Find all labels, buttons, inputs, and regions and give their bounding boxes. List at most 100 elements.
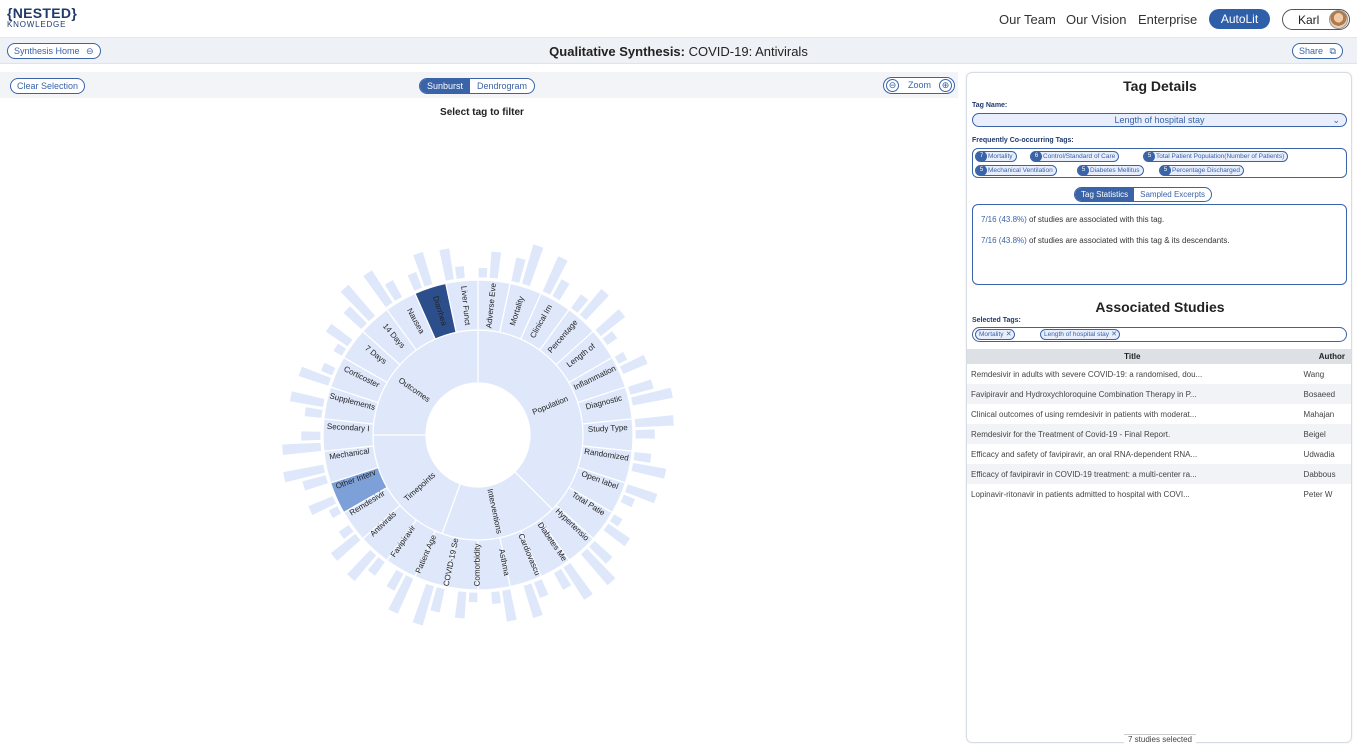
sunburst-segment-outer[interactable] bbox=[633, 413, 676, 429]
share-label: Share bbox=[1299, 46, 1324, 56]
table-row[interactable]: Remdesivir in adults with severe COVID-1… bbox=[967, 364, 1351, 384]
cooc-tag-chip[interactable]: 5 Mechanical Ventilation bbox=[975, 165, 1057, 176]
table-header-row: Title Author bbox=[967, 349, 1351, 364]
tag-details-title: Tag Details bbox=[1123, 78, 1197, 94]
logo-text: NESTED bbox=[12, 5, 72, 21]
table-row[interactable]: Lopinavir-ritonavir in patients admitted… bbox=[967, 484, 1351, 504]
stats-toggle: Tag Statistics Sampled Excerpts bbox=[1074, 187, 1213, 202]
study-title: Lopinavir-ritonavir in patients admitted… bbox=[971, 489, 1190, 499]
study-title: Efficacy and safety of favipiravir, an o… bbox=[971, 449, 1198, 459]
column-title[interactable]: Title bbox=[967, 349, 1298, 364]
tab-tag-statistics[interactable]: Tag Statistics bbox=[1075, 188, 1135, 201]
tab-sampled-excerpts[interactable]: Sampled Excerpts bbox=[1134, 188, 1211, 201]
tab-sunburst[interactable]: Sunburst bbox=[420, 79, 471, 93]
study-title: Remdesivir for the Treatment of Covid-19… bbox=[967, 424, 1298, 444]
sunburst-segment-outer[interactable] bbox=[437, 247, 456, 283]
sunburst-segment-outer[interactable] bbox=[288, 389, 326, 409]
sunburst-label: Comorbidity bbox=[473, 544, 482, 587]
zoom-label: Zoom bbox=[908, 80, 932, 90]
table-row[interactable]: Efficacy and safety of favipiravir, an o… bbox=[967, 444, 1351, 464]
stat-line-tag: 7/16 (43.8%) of studies are associated w… bbox=[981, 215, 1165, 224]
sunburst-segment-outer[interactable] bbox=[500, 587, 519, 623]
study-author: Beigel bbox=[1297, 424, 1351, 444]
studies-table: Title Author Remdesivir in adults with s… bbox=[967, 349, 1351, 504]
tag-name-select[interactable]: Length of hospital stay ⌄ bbox=[972, 113, 1347, 127]
study-title: Clinical outcomes of using remdesivir in… bbox=[971, 409, 1197, 419]
study-author: Bosaeed bbox=[1297, 384, 1351, 404]
study-author: Dabbous bbox=[1297, 464, 1351, 484]
selected-tags-label: Selected Tags: bbox=[972, 317, 1021, 324]
sunburst-segment-outer[interactable] bbox=[634, 428, 656, 440]
cooccurring-tags: 7 Mortality 6 Control/Standard of Care 5 To… bbox=[972, 148, 1347, 178]
cooc-tag-chip[interactable]: 5 Total Patient Population(Number of Pati… bbox=[1143, 151, 1289, 162]
external-link-icon: ⧉ bbox=[1329, 46, 1336, 56]
cooccurring-label: Frequently Co-occurring Tags: bbox=[972, 137, 1074, 144]
sub-header: Synthesis Home ⊖ Qualitative Synthesis: … bbox=[0, 38, 1357, 64]
view-toggle: Sunburst Dendrogram bbox=[419, 78, 536, 94]
sunburst-segment-outer[interactable] bbox=[303, 405, 324, 420]
user-name: Karl bbox=[1298, 13, 1320, 27]
sunburst-segment-outer[interactable] bbox=[632, 450, 653, 465]
page-title: Qualitative Synthesis: COVID-19: Antivir… bbox=[0, 44, 1357, 59]
close-icon[interactable]: ✕ bbox=[1111, 330, 1117, 339]
user-menu-button[interactable]: Karl bbox=[1282, 9, 1350, 30]
sunburst-label: Study Type bbox=[588, 423, 629, 434]
logo[interactable]: {NESTED} KNOWLEDGE bbox=[7, 6, 77, 29]
sunburst-segment-outer[interactable] bbox=[300, 430, 322, 442]
autolit-button[interactable]: AutoLit bbox=[1209, 9, 1270, 29]
sunburst-segment-outer[interactable] bbox=[489, 589, 503, 606]
table-row[interactable]: Favipiravir and Hydroxychloroquine Combi… bbox=[967, 384, 1351, 404]
page-title-project: COVID-19: Antivirals bbox=[685, 44, 808, 59]
study-title: Remdesivir in adults with severe COVID-1… bbox=[971, 369, 1203, 379]
clear-selection-button[interactable]: Clear Selection bbox=[10, 78, 86, 94]
top-navbar: {NESTED} KNOWLEDGE Our Team Our Vision E… bbox=[0, 0, 1357, 38]
tab-dendrogram[interactable]: Dendrogram bbox=[470, 79, 534, 93]
sunburst-chart: OutcomesPopulationInterventionsTimepoint… bbox=[280, 242, 676, 628]
study-title: Efficacy of favipiravir in COVID-19 trea… bbox=[967, 464, 1298, 484]
nav-enterprise[interactable]: Enterprise bbox=[1138, 12, 1197, 27]
cooc-tag-chip[interactable]: 5 Diabetes Mellitus bbox=[1077, 165, 1144, 176]
tag-details-panel: Tag Details Tag Name: Length of hospital… bbox=[966, 72, 1353, 744]
close-icon[interactable]: ✕ bbox=[1006, 330, 1012, 339]
sunburst-segment-outer[interactable] bbox=[280, 441, 323, 457]
sunburst-segment-outer[interactable] bbox=[453, 264, 467, 281]
study-author: Wang bbox=[1303, 369, 1325, 379]
selected-tag-chip[interactable]: Length of hospital stay ✕ bbox=[1040, 329, 1121, 340]
table-row[interactable]: Clinical outcomes of using remdesivir in… bbox=[967, 404, 1351, 424]
logo-subtext: KNOWLEDGE bbox=[7, 20, 67, 29]
cooc-tag-chip[interactable]: 7 Mortality bbox=[975, 151, 1017, 162]
table-row[interactable]: Efficacy of favipiravir in COVID-19 trea… bbox=[967, 464, 1351, 484]
zoom-control: ⊖ Zoom ⊕ bbox=[883, 77, 955, 94]
cooc-tag-chip[interactable]: 5 Percentage Discharged bbox=[1159, 165, 1244, 176]
avatar bbox=[1329, 10, 1348, 29]
nav-our-vision[interactable]: Our Vision bbox=[1066, 12, 1126, 27]
sunburst-segment-outer[interactable] bbox=[467, 591, 479, 604]
study-author: Peter W bbox=[1303, 489, 1333, 499]
zoom-out-icon[interactable]: ⊖ bbox=[886, 79, 899, 92]
sunburst-segment-outer[interactable] bbox=[630, 461, 668, 481]
study-author: Udwadia bbox=[1303, 449, 1335, 459]
study-title: Favipiravir and Hydroxychloroquine Combi… bbox=[967, 384, 1298, 404]
sunburst-segment-outer[interactable] bbox=[453, 590, 468, 620]
table-row[interactable]: Remdesivir for the Treatment of Covid-19… bbox=[967, 424, 1351, 444]
filter-hint: Select tag to filter bbox=[440, 107, 524, 118]
sunburst-segment-outer[interactable] bbox=[488, 250, 503, 280]
cooc-tag-chip[interactable]: 6 Control/Standard of Care bbox=[1030, 151, 1120, 162]
tag-statistics-box: 7/16 (43.8%) of studies are associated w… bbox=[972, 204, 1347, 285]
studies-selected-count: 7 studies selected bbox=[967, 734, 1353, 744]
selected-tag-chip[interactable]: Mortality ✕ bbox=[975, 329, 1015, 340]
study-author: Mahajan bbox=[1303, 409, 1335, 419]
associated-studies-title: Associated Studies bbox=[1095, 299, 1225, 315]
column-author[interactable]: Author bbox=[1297, 349, 1351, 364]
selected-tags: Mortality ✕ Length of hospital stay ✕ bbox=[972, 327, 1347, 342]
share-button[interactable]: Share ⧉ bbox=[1292, 43, 1343, 59]
tag-name-label: Tag Name: bbox=[972, 102, 1008, 109]
tag-name-value: Length of hospital stay bbox=[1114, 115, 1205, 125]
sunburst-segment-outer[interactable] bbox=[477, 266, 489, 279]
page-title-bold: Qualitative Synthesis: bbox=[549, 44, 685, 59]
zoom-in-icon[interactable]: ⊕ bbox=[939, 79, 952, 92]
chevron-down-icon: ⌄ bbox=[1332, 115, 1340, 125]
visualization-toolbar: Clear Selection Sunburst Dendrogram ⊖ Zo… bbox=[0, 72, 958, 98]
nav-our-team[interactable]: Our Team bbox=[999, 12, 1056, 27]
stat-line-descendants: 7/16 (43.8%) of studies are associated w… bbox=[981, 236, 1230, 245]
